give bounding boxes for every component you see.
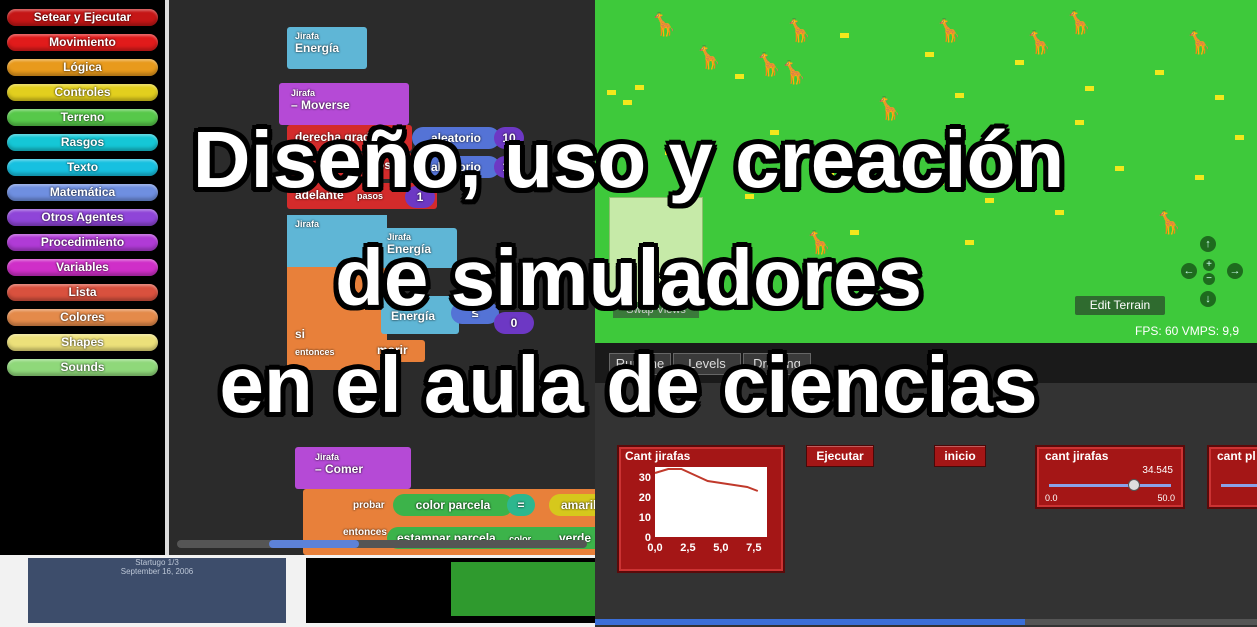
inicio-button[interactable]: inicio [934,445,986,467]
block-label: probar [353,500,385,511]
giraffe-agent[interactable]: 🦒 [650,12,677,38]
category-3[interactable]: Controles [7,84,158,101]
bottom-scrollbar[interactable] [595,619,1257,625]
chart-title: Cant jirafas [625,449,691,463]
slider-value: 34.545 [1142,465,1173,476]
plot-area [655,467,767,537]
grass-patch [1215,95,1224,100]
x-tick-label: 2,5 [680,542,695,554]
block-label: – Moverse [291,98,350,112]
giraffe-agent[interactable]: 🦒 [785,18,812,44]
y-tick-label: 30 [639,472,651,484]
scrollbar-thumb[interactable] [595,619,1025,625]
agent-label: Jirafa [295,31,320,41]
grass-patch [1155,70,1164,75]
if-label: si [295,327,306,341]
category-2[interactable]: Lógica [7,59,158,76]
x-tick-label: 7,5 [746,542,761,554]
comer-procedure-block[interactable]: Jirafa – Comer [295,447,411,489]
x-tick-label: 0,0 [647,542,662,554]
agent-label: Jirafa [291,88,316,98]
category-8[interactable]: Otros Agentes [7,209,158,226]
cant-jirafas-slider[interactable]: cant jirafas 34.545 0.0 50.0 [1035,445,1185,509]
thumbnail-strip: Startugo 1/3 September 16, 2006 [0,555,595,627]
slide-thumbnail[interactable]: Startugo 1/3 September 16, 2006 [28,558,286,623]
category-0[interactable]: Setear y Ejecutar [7,9,158,26]
grass-patch [955,93,964,98]
slider-track[interactable] [1221,484,1257,487]
grass-patch [925,52,934,57]
giraffe-agent[interactable]: 🦒 [780,60,807,86]
scrollbar-thumb[interactable] [269,540,359,548]
thumb-text: Startugo 1/3 [135,558,179,567]
thumb-text: September 16, 2006 [120,567,194,576]
giraffe-agent[interactable]: 🦒 [1025,30,1052,56]
chart-widget[interactable]: Cant jirafas 0 10 20 30 0,0 2,5 5,0 7,5 [617,445,785,573]
y-tick-label: 20 [639,492,651,504]
overlay-title-line-1: Diseño, uso y creación [192,115,1065,204]
grass-patch [1085,86,1094,91]
slider-track[interactable] [1049,484,1171,487]
thumb-terrain [451,562,595,616]
category-1[interactable]: Movimiento [7,34,158,51]
slider-label: cant pl [1217,449,1256,463]
horizontal-scrollbar[interactable] [177,540,587,548]
y-tick-label: 10 [639,512,651,524]
grass-patch [1015,60,1024,65]
energia-variable-block[interactable]: Jirafa Energía [287,27,367,69]
giraffe-agent[interactable]: 🦒 [935,18,962,44]
cant-plantas-slider[interactable]: cant pl [1207,445,1257,509]
grass-patch [635,85,644,90]
slider-label: cant jirafas [1045,449,1109,463]
giraffe-agent[interactable]: 🦒 [1065,10,1092,36]
simulation-thumbnail[interactable] [306,558,595,623]
fps-readout: FPS: 60 VMPS: 9,9 [1135,324,1240,338]
grass-patch [607,90,616,95]
grass-patch [735,74,744,79]
ejecutar-button[interactable]: Ejecutar [806,445,874,467]
agent-label: Jirafa [315,452,340,462]
giraffe-agent[interactable]: 🦒 [1185,30,1212,56]
block-label: – Comer [315,462,364,476]
grass-patch [840,33,849,38]
slider-min: 0.0 [1045,493,1058,503]
grass-patch [623,100,632,105]
slider-max: 50.0 [1157,493,1175,503]
overlay-title-line-2: de simuladores [335,233,922,322]
grass-patch [1055,210,1064,215]
overlay-title-line-3: en el aula de ciencias [219,340,1038,429]
giraffe-agent[interactable]: 🦒 [755,52,782,78]
slider-knob[interactable] [1128,479,1141,491]
giraffe-agent[interactable]: 🦒 [695,45,722,71]
eq-operator[interactable]: = [507,494,535,516]
x-tick-label: 5,0 [713,542,728,554]
color-parcela-block[interactable]: color parcela [393,494,513,516]
block-label: Energía [295,41,340,55]
line-chart: 01020300,0 2,5 5,0 7,5 [639,467,767,554]
